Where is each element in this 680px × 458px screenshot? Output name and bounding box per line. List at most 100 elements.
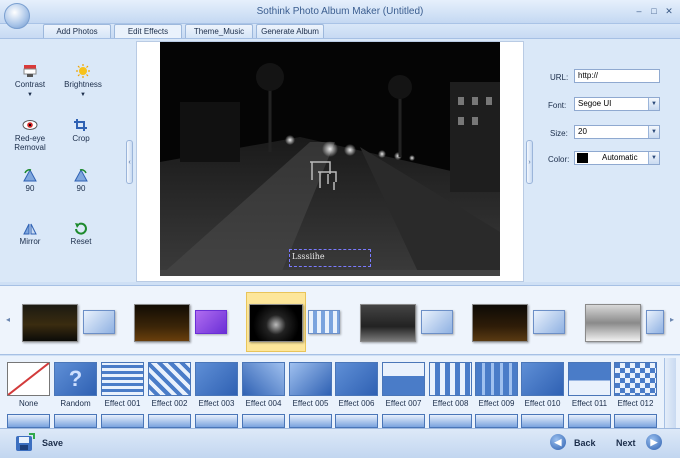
font-select[interactable]: Segoe UI ▼: [574, 97, 660, 111]
effect-label: Effect 009: [478, 399, 515, 408]
effect-label: Effect 011: [571, 399, 608, 408]
none-slash-icon: [7, 362, 50, 396]
color-swatch: [577, 153, 588, 163]
effect-random-thumbnail[interactable]: ?: [54, 362, 97, 396]
effect-thumbnail[interactable]: [614, 414, 657, 428]
effect-label: Effect 006: [338, 399, 375, 408]
effect-thumbnail[interactable]: [335, 362, 378, 396]
strip-scroll-left-button[interactable]: ◂: [3, 306, 13, 334]
effect-thumbnail[interactable]: [289, 362, 332, 396]
effect-thumbnail[interactable]: [242, 362, 285, 396]
back-arrow-icon[interactable]: ◀: [550, 434, 566, 450]
color-select[interactable]: Automatic ▼: [574, 151, 660, 165]
tab-generate-album[interactable]: Generate Album: [256, 24, 324, 38]
transition-thumbnail[interactable]: [195, 310, 227, 334]
effect-label: Effect 002: [151, 399, 188, 408]
effect-thumbnail[interactable]: [614, 362, 657, 396]
mirror-label: Mirror: [19, 237, 41, 246]
slide-thumbnail[interactable]: [134, 304, 190, 342]
brightness-button[interactable]: Brightness ▼: [59, 64, 107, 100]
save-button[interactable]: [14, 433, 36, 453]
red-eye-icon: [22, 120, 38, 130]
maximize-button[interactable]: □: [647, 5, 661, 17]
effect-none-label: None: [18, 399, 39, 408]
collapse-right-panel-button[interactable]: ›: [526, 140, 533, 184]
effect-thumbnail[interactable]: [521, 414, 564, 428]
effect-thumbnail[interactable]: [429, 414, 472, 428]
crop-button[interactable]: Crop: [57, 118, 105, 143]
reset-button[interactable]: Reset: [57, 221, 105, 246]
effect-thumbnail[interactable]: [195, 362, 238, 396]
tab-edit-effects[interactable]: Edit Effects: [114, 24, 182, 38]
effect-thumbnail[interactable]: [521, 362, 564, 396]
rotate-left-icon: [23, 168, 37, 182]
close-button[interactable]: ✕: [662, 5, 676, 17]
save-label[interactable]: Save: [42, 438, 63, 448]
tab-theme-music[interactable]: Theme_Music: [185, 24, 253, 38]
effect-thumbnail[interactable]: [475, 414, 518, 428]
transition-thumbnail[interactable]: [533, 310, 565, 334]
effect-thumbnail[interactable]: [7, 414, 50, 428]
effect-thumbnail[interactable]: [568, 362, 611, 396]
reset-icon: [75, 222, 87, 235]
minimize-button[interactable]: –: [632, 5, 646, 17]
caption-text[interactable]: Lsssiihe: [292, 252, 325, 261]
tab-add-photos[interactable]: Add Photos: [43, 24, 111, 38]
photo-preview[interactable]: [160, 42, 500, 276]
effects-scrollbar[interactable]: [664, 358, 676, 428]
slide-thumbnail[interactable]: [472, 304, 528, 342]
slide-thumbnail[interactable]: [360, 304, 416, 342]
effect-thumbnail[interactable]: [382, 362, 425, 396]
effect-thumbnail[interactable]: [335, 414, 378, 428]
effect-label: Effect 004: [245, 399, 282, 408]
crop-label: Crop: [72, 134, 90, 143]
effect-thumbnail[interactable]: [101, 414, 144, 428]
next-button[interactable]: Next: [616, 438, 636, 448]
reset-label: Reset: [70, 237, 92, 246]
effect-thumbnail[interactable]: [382, 414, 425, 428]
slide-thumbnail[interactable]: [22, 304, 78, 342]
effect-thumbnail[interactable]: [148, 362, 191, 396]
url-label: URL:: [550, 73, 569, 82]
mirror-icon: [23, 223, 37, 235]
size-select[interactable]: 20 ▼: [574, 125, 660, 139]
mirror-button[interactable]: Mirror: [6, 221, 54, 246]
effect-label: Effect 012: [617, 399, 654, 408]
collapse-left-panel-button[interactable]: ‹: [126, 140, 133, 184]
window-title: Sothink Photo Album Maker (Untitled): [256, 6, 424, 17]
size-select-value: 20: [578, 127, 587, 136]
chevron-down-icon: ▼: [648, 126, 659, 138]
transition-thumbnail[interactable]: [646, 310, 664, 334]
effect-thumbnail[interactable]: [242, 414, 285, 428]
slide-thumbnail-selected[interactable]: [249, 304, 303, 342]
effect-thumbnail[interactable]: [54, 414, 97, 428]
effect-thumbnail[interactable]: [475, 362, 518, 396]
effect-thumbnail[interactable]: [195, 414, 238, 428]
effect-label: Effect 001: [104, 399, 141, 408]
brightness-icon: [76, 64, 90, 78]
effect-none-thumbnail[interactable]: [7, 362, 50, 396]
effect-thumbnail[interactable]: [429, 362, 472, 396]
red-eye-removal-button[interactable]: Red-eye Removal: [6, 118, 54, 152]
contrast-icon: [23, 65, 37, 77]
rotate-left-button[interactable]: 90: [6, 168, 54, 193]
effect-thumbnail[interactable]: [289, 414, 332, 428]
url-field[interactable]: http://: [574, 69, 660, 83]
contrast-button[interactable]: Contrast ▼: [6, 64, 54, 100]
transition-thumbnail[interactable]: [308, 310, 340, 334]
font-select-value: Segoe UI: [578, 99, 612, 108]
effect-thumbnail[interactable]: [148, 414, 191, 428]
crop-icon: [74, 119, 87, 131]
rotate-right-button[interactable]: 90: [57, 168, 105, 193]
red-eye-removal-label: Red-eye Removal: [14, 134, 46, 152]
transition-thumbnail[interactable]: [421, 310, 453, 334]
transition-thumbnail[interactable]: [83, 310, 115, 334]
next-arrow-icon[interactable]: ▶: [646, 434, 662, 450]
effect-label: Effect 005: [292, 399, 329, 408]
app-menu-button[interactable]: [4, 3, 30, 29]
strip-scroll-right-button[interactable]: ▸: [667, 306, 677, 334]
effect-thumbnail[interactable]: [568, 414, 611, 428]
effect-thumbnail[interactable]: [101, 362, 144, 396]
slide-thumbnail[interactable]: [585, 304, 641, 342]
back-button[interactable]: Back: [574, 438, 596, 448]
